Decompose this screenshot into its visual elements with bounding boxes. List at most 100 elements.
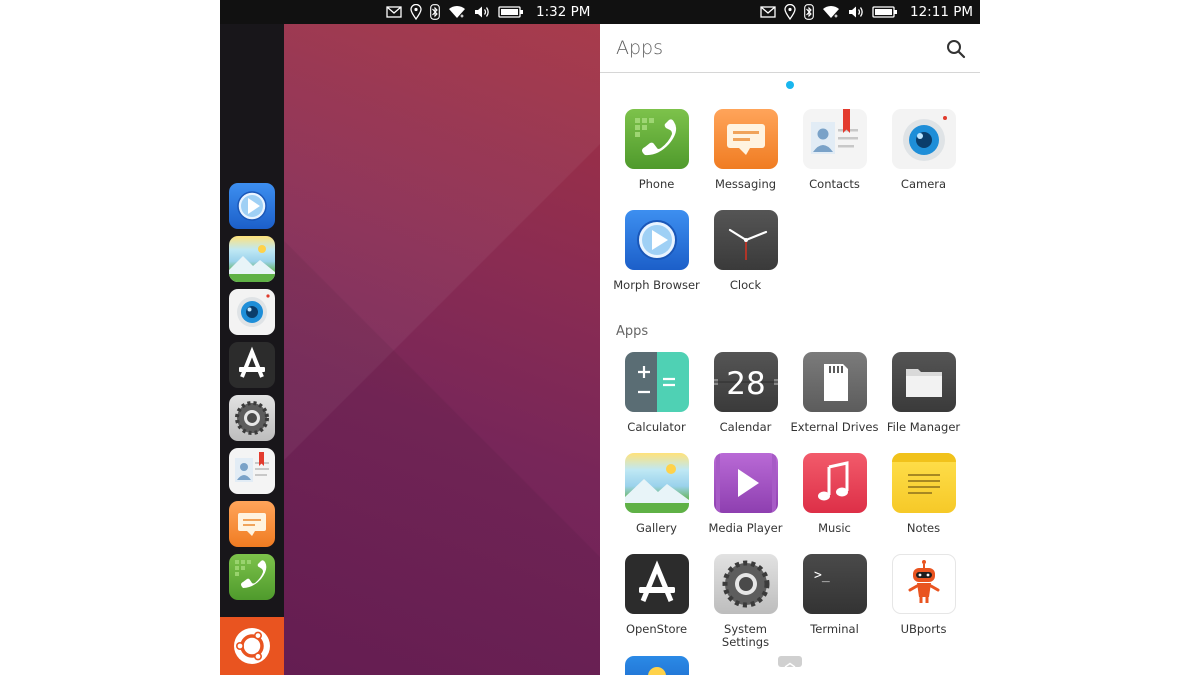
- app-label: Contacts: [809, 177, 860, 191]
- app-label: Terminal: [810, 622, 859, 636]
- status-indicators[interactable]: 1:32 PM: [386, 0, 590, 24]
- app-label: Camera: [900, 177, 947, 191]
- app-clock[interactable]: Clock: [701, 210, 790, 292]
- clock-icon: [713, 210, 778, 270]
- play-icon: [713, 453, 778, 513]
- app-label: Notes: [906, 521, 941, 535]
- app-music[interactable]: Music: [790, 453, 879, 535]
- app-contacts[interactable]: Contacts: [790, 109, 879, 191]
- ubports-robot-icon: [891, 554, 956, 614]
- launcher-openstore[interactable]: [229, 342, 275, 388]
- app-label: Calculator: [627, 420, 686, 434]
- launcher-morph-browser[interactable]: [229, 183, 275, 229]
- bluetooth-icon: [804, 4, 814, 20]
- chevron-up-icon: [784, 662, 796, 668]
- app-label: Morph Browser: [613, 278, 700, 292]
- launcher-gallery[interactable]: [229, 236, 275, 282]
- openstore-icon: [239, 346, 265, 378]
- camera-icon: [237, 294, 270, 327]
- calculator-icon: [624, 352, 689, 412]
- right-phone-screen: 12:11 PM Apps Phone Messaging Contacts C…: [600, 0, 980, 675]
- app-notes[interactable]: Notes: [879, 453, 968, 535]
- terminal-icon: >_: [802, 554, 867, 614]
- app-partially-visible[interactable]: [625, 656, 689, 675]
- volume-icon: [849, 6, 863, 18]
- browser-icon: [624, 210, 689, 270]
- ubuntu-logo-icon: [234, 628, 270, 664]
- app-label: Clock: [729, 278, 762, 292]
- apps-header: Apps: [600, 24, 980, 73]
- folder-icon: [891, 352, 956, 412]
- gallery-icon: [624, 453, 689, 513]
- status-bar[interactable]: 1:32 PM: [220, 0, 600, 24]
- mail-icon: [386, 6, 402, 18]
- launcher-phone[interactable]: [229, 554, 275, 600]
- contacts-icon: [235, 452, 269, 482]
- app-label: System Settings: [721, 622, 770, 649]
- notes-icon: [891, 453, 956, 513]
- app-label: File Manager: [886, 420, 961, 434]
- camera-icon: [891, 109, 956, 169]
- app-label: Media Player: [708, 521, 783, 535]
- wifi-icon: [449, 5, 465, 18]
- weather-icon: [648, 667, 666, 675]
- bottom-edge-handle[interactable]: [778, 656, 802, 668]
- launcher-camera[interactable]: [229, 289, 275, 335]
- app-messaging[interactable]: Messaging: [701, 109, 790, 191]
- app-label: Calendar: [719, 420, 772, 434]
- status-bar[interactable]: 12:11 PM: [600, 0, 980, 24]
- calendar-icon: 28: [713, 352, 778, 412]
- section-header-apps: Apps: [616, 324, 649, 339]
- app-openstore[interactable]: OpenStore: [612, 554, 701, 636]
- clock-time: 12:11 PM: [910, 4, 973, 20]
- battery-icon: [872, 6, 897, 18]
- settings-icon: [235, 401, 269, 435]
- app-terminal[interactable]: >_ Terminal: [790, 554, 879, 636]
- search-button[interactable]: [945, 38, 967, 60]
- app-label: UBports: [900, 622, 947, 636]
- app-label: Music: [818, 521, 851, 535]
- app-calendar[interactable]: 28 Calendar: [701, 352, 790, 434]
- launcher-bar: [220, 24, 284, 675]
- ubuntu-home-button[interactable]: [220, 617, 284, 675]
- messaging-icon: [238, 513, 266, 536]
- svg-text:>_: >_: [814, 568, 830, 583]
- messaging-icon: [713, 109, 778, 169]
- app-label: OpenStore: [625, 622, 688, 636]
- volume-icon: [475, 6, 489, 18]
- browser-icon: [237, 191, 267, 221]
- launcher-system-settings[interactable]: [229, 395, 275, 441]
- app-media-player[interactable]: Media Player: [701, 453, 790, 535]
- mail-icon: [760, 6, 776, 18]
- app-label: Phone: [638, 177, 675, 191]
- wifi-icon: [823, 5, 839, 18]
- app-phone[interactable]: Phone: [612, 109, 701, 191]
- status-indicators[interactable]: 12:11 PM: [760, 0, 973, 24]
- bluetooth-icon: [430, 4, 440, 20]
- sd-card-icon: [802, 352, 867, 412]
- app-system-settings[interactable]: System Settings: [701, 554, 790, 649]
- app-morph-browser[interactable]: Morph Browser: [612, 210, 701, 292]
- svg-text:28: 28: [726, 366, 765, 402]
- launcher-contacts[interactable]: [229, 448, 275, 494]
- clock-time: 1:32 PM: [536, 4, 591, 20]
- app-ubports[interactable]: UBports: [879, 554, 968, 636]
- battery-icon: [498, 6, 523, 18]
- page-title: Apps: [616, 37, 664, 59]
- app-gallery[interactable]: Gallery: [612, 453, 701, 535]
- location-icon: [410, 4, 422, 20]
- gallery-icon: [229, 245, 275, 282]
- app-label: External Drives: [790, 420, 879, 434]
- location-icon: [784, 4, 796, 20]
- app-calculator[interactable]: Calculator: [612, 352, 701, 434]
- page-indicator-dot: [786, 81, 794, 89]
- app-camera[interactable]: Camera: [879, 109, 968, 191]
- launcher-messaging[interactable]: [229, 501, 275, 547]
- app-external-drives[interactable]: External Drives: [790, 352, 879, 434]
- app-file-manager[interactable]: File Manager: [879, 352, 968, 434]
- music-icon: [802, 453, 867, 513]
- search-icon: [947, 40, 966, 59]
- openstore-icon: [624, 554, 689, 614]
- desktop-wallpaper: [284, 24, 600, 675]
- settings-icon: [713, 554, 778, 614]
